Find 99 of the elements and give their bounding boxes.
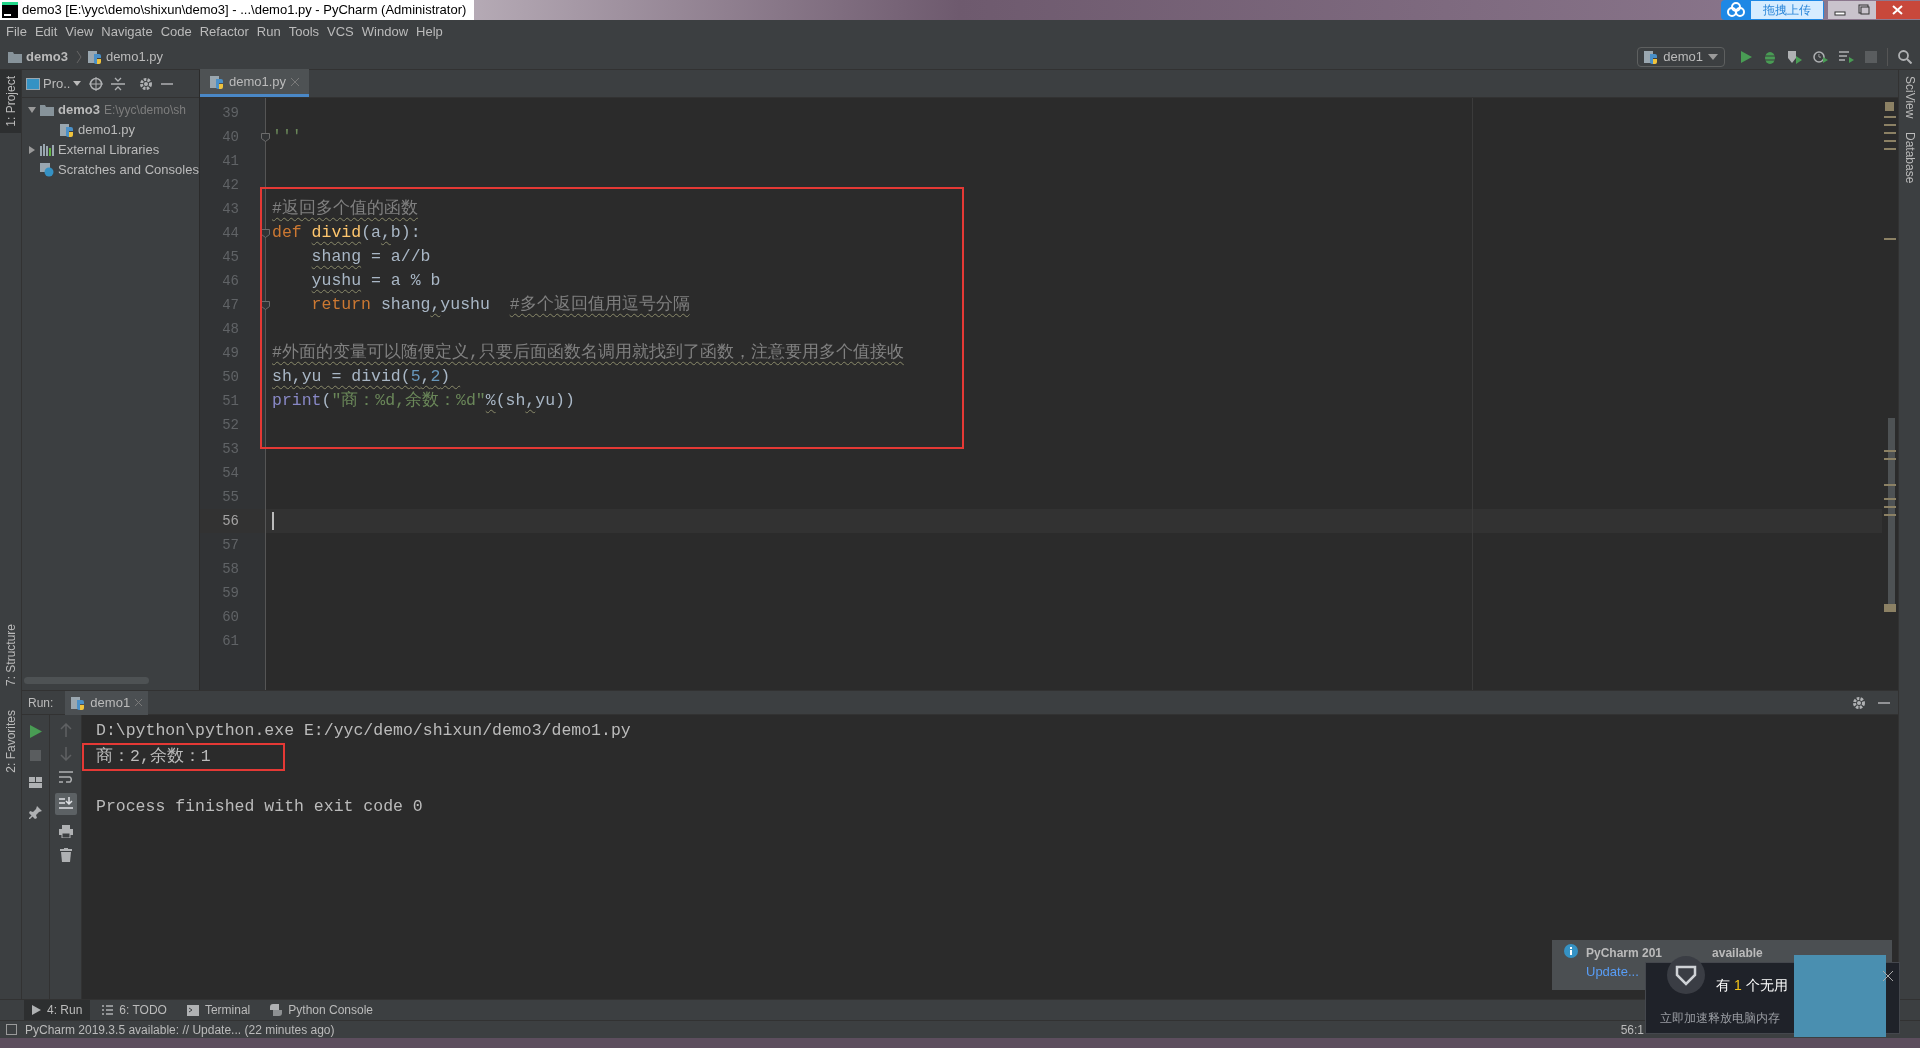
- python-file-icon: [71, 695, 86, 710]
- fold-marker-icon[interactable]: [261, 132, 270, 142]
- python-file-icon: [60, 123, 74, 137]
- code-line: print("商：%d,余数：%d"%(sh,yu)): [271, 389, 576, 412]
- cleaner-subtitle: 立即加速释放电脑内存: [1660, 1010, 1780, 1027]
- folder-icon: [8, 50, 22, 63]
- pin-icon[interactable]: [29, 806, 42, 819]
- list-icon: [102, 1005, 114, 1015]
- tree-item[interactable]: Scratches and Consoles: [22, 160, 199, 180]
- scratches-icon: [40, 163, 54, 177]
- tool-window-button[interactable]: 1: Project: [0, 70, 21, 133]
- tool-tab[interactable]: Terminal: [178, 999, 259, 1021]
- upload-label: 拖拽上传: [1751, 1, 1823, 19]
- menu-item[interactable]: Help: [412, 22, 447, 42]
- dropdown-caret-icon: [1708, 53, 1718, 60]
- python-file-icon: [1644, 49, 1659, 64]
- editor-tab[interactable]: demo1.py: [200, 69, 310, 97]
- crosshair-icon[interactable]: [89, 76, 104, 91]
- terminal-icon: [186, 1004, 199, 1016]
- minimize-icon[interactable]: [1828, 1, 1852, 19]
- tree-item[interactable]: External Libraries: [22, 140, 199, 160]
- code-line: def divid(a,b):: [271, 221, 422, 244]
- profile-clock-icon[interactable]: [1813, 49, 1829, 64]
- code-line: ''': [271, 125, 303, 148]
- menu-item[interactable]: View: [61, 22, 98, 42]
- menu-item[interactable]: Refactor: [195, 22, 253, 42]
- code-line: yushu = a % b: [310, 269, 442, 292]
- gear-icon[interactable]: [1852, 695, 1866, 710]
- upload-badge[interactable]: 拖拽上传: [1721, 0, 1824, 20]
- restore-icon[interactable]: [1852, 1, 1876, 19]
- tool-window-button[interactable]: SciView: [1900, 76, 1919, 119]
- layout-grid-icon[interactable]: [29, 777, 42, 788]
- tool-window-button[interactable]: 7: Structure: [0, 618, 21, 693]
- menu-item[interactable]: Navigate: [97, 22, 157, 42]
- cleaner-message: 有 1 个无用: [1716, 976, 1788, 995]
- code-line: #外面的变量可以随便定义,只要后面函数名调用就找到了函数，注意要用多个值接收: [271, 341, 905, 364]
- search-icon[interactable]: [1898, 49, 1912, 64]
- debug-bug-icon[interactable]: [1763, 49, 1777, 64]
- tool-tab[interactable]: 4: Run: [24, 999, 91, 1021]
- console-line: D:\python\python.exe E:/yyc/demo/shixun/demo3/demo1.py: [96, 720, 631, 742]
- console-line: Process finished with exit code 0: [96, 796, 423, 818]
- run-icon[interactable]: [1739, 49, 1753, 64]
- panel-window-icon: [26, 77, 40, 90]
- tool-tab[interactable]: 6: TODO: [94, 999, 175, 1021]
- notification-title: PyCharm 201: [1586, 945, 1663, 962]
- tool-window-button[interactable]: Database: [1900, 132, 1919, 184]
- gear-icon[interactable]: [139, 76, 154, 91]
- fold-marker-icon[interactable]: [261, 228, 270, 238]
- menu-item[interactable]: Window: [357, 22, 413, 42]
- cursor-position[interactable]: 56:1: [1620, 1020, 1644, 1039]
- tree-item[interactable]: demo1.py: [22, 120, 199, 140]
- library-bars-icon: [40, 144, 54, 156]
- breadcrumb-item[interactable]: demo1.py: [87, 46, 163, 67]
- window-title: demo3 [E:\yyc\demo\shixun\demo3] - ...\demo1.py - PyCharm (Administrator): [22, 0, 475, 20]
- run-icon[interactable]: [29, 725, 42, 738]
- code-line: #返回多个值的函数: [271, 197, 419, 220]
- menu-item[interactable]: Edit: [30, 22, 62, 42]
- collapse-icon[interactable]: [111, 76, 126, 91]
- tool-tab[interactable]: Python Console: [262, 999, 382, 1021]
- pycharm-logo-icon: [2, 2, 18, 18]
- close-icon[interactable]: [1883, 971, 1893, 981]
- fold-marker-icon[interactable]: [261, 300, 270, 310]
- close-icon[interactable]: [1876, 1, 1920, 19]
- play-triangle-icon: [32, 1005, 41, 1015]
- menu-item[interactable]: Tools: [284, 22, 324, 42]
- coverage-shield-icon[interactable]: [1787, 49, 1803, 64]
- menu-item[interactable]: Code: [156, 22, 196, 42]
- code-line: return shang,yushu #多个返回值用逗号分隔: [310, 293, 691, 316]
- menu-item[interactable]: File: [2, 22, 31, 42]
- status-square-icon[interactable]: [6, 1024, 17, 1035]
- tree-item[interactable]: demo3 E:\yyc\demo\sh: [22, 100, 199, 120]
- soft-wrap-icon[interactable]: [58, 771, 73, 783]
- python-file-icon: [87, 49, 102, 64]
- trash-icon[interactable]: [59, 848, 72, 862]
- menu-item[interactable]: VCS: [323, 22, 358, 42]
- text-cursor: [272, 512, 274, 530]
- info-icon: [1564, 944, 1578, 958]
- breadcrumb-item[interactable]: demo3: [8, 46, 68, 67]
- run-label: Run:: [28, 694, 54, 712]
- project-view-dropdown[interactable]: Pro..: [26, 73, 82, 94]
- cloud-icon: [1724, 1, 1748, 19]
- run-tab[interactable]: demo1: [65, 690, 149, 715]
- folder-icon: [40, 104, 54, 116]
- notification-title: available: [1712, 945, 1763, 962]
- line-number: 56: [222, 511, 239, 531]
- printer-icon[interactable]: [58, 825, 73, 838]
- tool-window-button[interactable]: 2: Favorites: [0, 704, 21, 779]
- code-line: sh,yu = divid(5,2): [271, 365, 452, 388]
- status-message[interactable]: PyCharm 2019.3.5 available: // Update... (22 minutes ago): [25, 1020, 335, 1039]
- code-line: shang = a//b: [310, 245, 432, 268]
- run-config-dropdown[interactable]: demo1: [1637, 46, 1725, 67]
- dropdown-caret-icon: [73, 81, 82, 86]
- menu-item[interactable]: Run: [252, 22, 285, 42]
- update-link[interactable]: Update...: [1586, 962, 1639, 982]
- python-file-icon: [210, 74, 224, 89]
- scroll-to-end-icon[interactable]: [54, 793, 77, 815]
- concurrency-lines-icon[interactable]: [1839, 49, 1855, 64]
- python-console-icon: [270, 1004, 283, 1016]
- chevron-icon: [75, 50, 82, 63]
